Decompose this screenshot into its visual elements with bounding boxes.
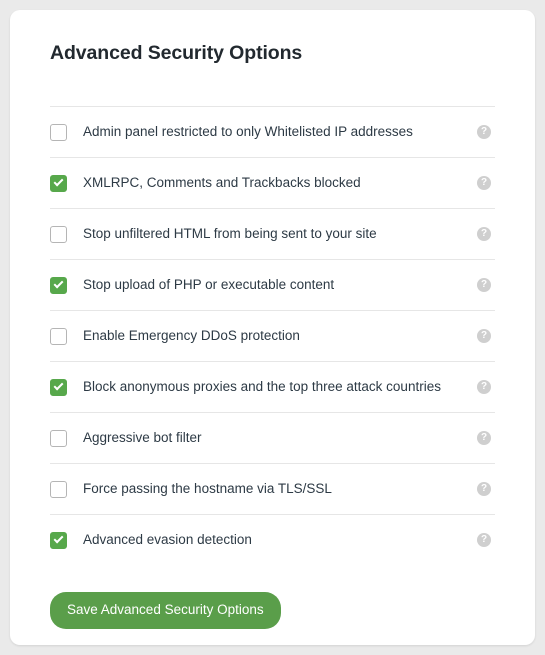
checkmark-icon: [53, 176, 64, 187]
security-option-label: Force passing the hostname via TLS/SSL: [83, 481, 332, 496]
security-option-row[interactable]: Force passing the hostname via TLS/SSL?: [50, 463, 495, 514]
help-question-mark-icon[interactable]: ?: [477, 125, 491, 139]
help-question-mark-icon[interactable]: ?: [477, 533, 491, 547]
security-option-row[interactable]: Aggressive bot filter?: [50, 412, 495, 463]
checkmark-icon: [53, 278, 64, 289]
help-question-mark-icon[interactable]: ?: [477, 278, 491, 292]
checkbox-checked-icon[interactable]: [50, 174, 67, 192]
security-option-row[interactable]: XMLRPC, Comments and Trackbacks blocked?: [50, 157, 495, 208]
help-question-mark-icon[interactable]: ?: [477, 380, 491, 394]
security-options-list: Admin panel restricted to only Whitelist…: [42, 106, 503, 565]
help-question-mark-icon[interactable]: ?: [477, 431, 491, 445]
checkbox-unchecked-icon[interactable]: [50, 480, 67, 498]
security-option-label: Admin panel restricted to only Whitelist…: [83, 124, 413, 139]
help-question-mark-icon[interactable]: ?: [477, 227, 491, 241]
checkbox-checked-icon[interactable]: [50, 378, 67, 396]
security-option-label: Stop upload of PHP or executable content: [83, 277, 335, 292]
security-option-row[interactable]: Admin panel restricted to only Whitelist…: [50, 106, 495, 157]
help-question-mark-icon[interactable]: ?: [477, 482, 491, 496]
security-option-label: Enable Emergency DDoS protection: [83, 328, 300, 343]
checkbox-unchecked-icon[interactable]: [50, 225, 67, 243]
security-option-row[interactable]: Advanced evasion detection?: [50, 514, 495, 565]
save-advanced-security-options-button[interactable]: Save Advanced Security Options: [50, 592, 281, 629]
help-question-mark-icon[interactable]: ?: [477, 176, 491, 190]
checkbox-checked-icon[interactable]: [50, 531, 67, 549]
checkbox-checked-icon[interactable]: [50, 276, 67, 294]
advanced-security-options-card: Advanced Security Options Admin panel re…: [10, 10, 535, 645]
security-option-label: Aggressive bot filter: [83, 430, 202, 445]
security-option-row[interactable]: Stop unfiltered HTML from being sent to …: [50, 208, 495, 259]
security-option-label: XMLRPC, Comments and Trackbacks blocked: [83, 175, 361, 190]
security-option-label: Block anonymous proxies and the top thre…: [83, 379, 441, 394]
page-title: Advanced Security Options: [50, 42, 303, 64]
security-option-label: Stop unfiltered HTML from being sent to …: [83, 226, 377, 241]
help-question-mark-icon[interactable]: ?: [477, 329, 491, 343]
checkmark-icon: [53, 380, 64, 391]
security-option-label: Advanced evasion detection: [83, 532, 252, 547]
security-option-row[interactable]: Block anonymous proxies and the top thre…: [50, 361, 495, 412]
security-option-row[interactable]: Stop upload of PHP or executable content…: [50, 259, 495, 310]
checkbox-unchecked-icon[interactable]: [50, 327, 67, 345]
card-content: Advanced Security Options Admin panel re…: [10, 10, 535, 629]
save-button-container: Save Advanced Security Options: [42, 565, 503, 629]
security-option-row[interactable]: Enable Emergency DDoS protection?: [50, 310, 495, 361]
checkbox-unchecked-icon[interactable]: [50, 429, 67, 447]
checkbox-unchecked-icon[interactable]: [50, 123, 67, 141]
checkmark-icon: [53, 533, 64, 544]
